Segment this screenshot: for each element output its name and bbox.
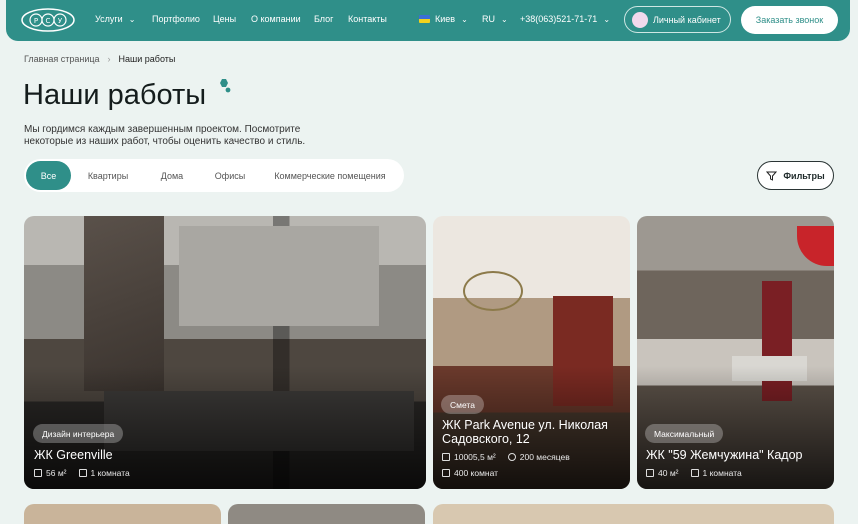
project-card-partial[interactable]	[228, 504, 425, 524]
tab-apartments[interactable]: Квартиры	[80, 159, 136, 192]
personal-cabinet-label: Личный кабинет	[653, 14, 721, 25]
card-area: 40 м²	[658, 468, 679, 478]
area-icon	[34, 469, 42, 477]
filters-button-label: Фильтры	[783, 170, 825, 181]
card-badge: Дизайн интерьера	[33, 424, 124, 443]
project-card[interactable]: Максимальный ЖК "59 Жемчужина" Кадор 40 …	[637, 216, 834, 489]
marble-wall	[84, 216, 164, 391]
chandelier	[463, 271, 523, 311]
chevron-down-icon: ⌄	[603, 15, 611, 24]
logo[interactable]: P C У	[20, 7, 76, 33]
city-label: Киев	[435, 14, 456, 24]
page-title: Наши работы	[23, 79, 207, 111]
chevron-down-icon: ⌄	[501, 15, 508, 24]
card-badge: Максимальный	[645, 424, 724, 443]
nav-portfolio[interactable]: Портфолио	[152, 14, 200, 24]
clock-icon	[507, 453, 516, 461]
card-area: 56 м²	[46, 468, 67, 478]
decorative-dots-icon	[220, 79, 231, 93]
card-rooms: 400 комнат	[454, 468, 499, 478]
project-card[interactable]: Дизайн интерьера ЖК Greenville 56 м² 1 к…	[24, 216, 426, 489]
nav-about[interactable]: О компании	[251, 14, 301, 24]
nav-prices[interactable]: Цены	[213, 14, 236, 24]
tab-all[interactable]: Все	[26, 161, 71, 190]
chevron-down-icon: ⌄	[128, 15, 136, 24]
card-meta: 10005,5 м² 200 месяцев	[442, 452, 570, 462]
svg-text:У: У	[58, 17, 63, 25]
language-label: RU	[482, 14, 495, 24]
card-title: ЖК "59 Жемчужина" Кадор	[646, 448, 803, 462]
site-header: P C У Услуги ⌄ Портфолио Цены О компании …	[6, 0, 850, 41]
nav-contacts[interactable]: Контакты	[348, 14, 387, 24]
card-area: 10005,5 м²	[454, 452, 496, 462]
card-title: ЖК Park Avenue ул. Николая Садовского, 1…	[442, 418, 608, 446]
chevron-right-icon: ›	[107, 54, 111, 64]
nav-services-label: Услуги	[95, 14, 123, 24]
nav-blog[interactable]: Блог	[314, 14, 333, 24]
phone-selector[interactable]: +38(063)521-71-71 ⌄	[520, 14, 610, 24]
area-icon	[646, 469, 654, 477]
card-duration: 200 месяцев	[519, 452, 570, 462]
door-icon	[442, 469, 450, 477]
filters-button[interactable]: Фильтры	[757, 161, 834, 190]
breadcrumb: Главная страница › Наши работы	[24, 54, 175, 64]
breadcrumb-home[interactable]: Главная страница	[24, 54, 100, 64]
upper-cabinets	[179, 226, 379, 326]
breadcrumb-current: Наши работы	[118, 54, 176, 64]
card-meta: 400 комнат	[442, 468, 498, 478]
card-title: ЖК Greenville	[34, 448, 113, 462]
tab-commercial[interactable]: Коммерческие помещения	[270, 159, 390, 192]
door-icon	[78, 469, 87, 477]
personal-cabinet-button[interactable]: Личный кабинет	[624, 6, 731, 33]
svg-text:C: C	[46, 17, 51, 25]
project-card[interactable]: Смета ЖК Park Avenue ул. Николая Садовск…	[433, 216, 630, 489]
tab-houses[interactable]: Дома	[152, 159, 192, 192]
door-icon	[690, 469, 699, 477]
order-call-button[interactable]: Заказать звонок	[741, 6, 838, 34]
ukraine-flag-icon	[419, 15, 430, 23]
nav-services[interactable]: Услуги ⌄	[95, 14, 135, 24]
project-card-partial[interactable]	[24, 504, 221, 524]
area-icon	[442, 453, 450, 461]
card-meta: 56 м² 1 комната	[34, 468, 130, 478]
card-meta: 40 м² 1 комната	[646, 468, 742, 478]
phone-label: +38(063)521-71-71	[520, 14, 598, 24]
language-selector[interactable]: RU ⌄	[482, 14, 508, 24]
project-card-partial[interactable]	[433, 504, 834, 524]
user-avatar-icon	[632, 12, 648, 28]
card-rooms: 1 комната	[90, 468, 130, 478]
category-tabs: Все Квартиры Дома Офисы Коммерческие пом…	[24, 159, 404, 192]
card-rooms: 1 комната	[702, 468, 742, 478]
chevron-down-icon: ⌄	[461, 15, 468, 24]
svg-text:P: P	[34, 17, 38, 25]
city-selector[interactable]: Киев ⌄	[419, 14, 468, 24]
page-description: Мы гордимся каждым завершенным проектом.…	[24, 124, 306, 147]
card-badge: Смета	[441, 395, 484, 414]
tab-offices[interactable]: Офисы	[208, 159, 252, 192]
funnel-icon	[766, 171, 778, 181]
